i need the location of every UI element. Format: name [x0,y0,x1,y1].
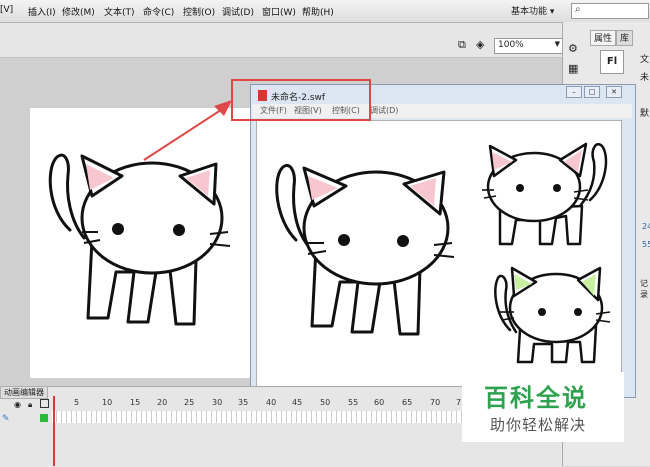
frame-label: 70 [430,398,441,407]
frame-label: 15 [130,398,141,407]
frame-label: 40 [266,398,277,407]
frame-label: 45 [292,398,303,407]
watermark-subtitle: 助你轻松解决 [490,416,587,434]
eye-icon[interactable]: ◉ [14,400,21,409]
pencil-icon[interactable]: ✎ [2,414,10,424]
frame-label: 30 [212,398,223,407]
frame-label: 35 [238,398,249,407]
playhead[interactable] [53,396,55,466]
lock-icon[interactable]: 🔒︎ [28,400,32,410]
outline-icon[interactable] [40,399,49,408]
frame-label: 50 [320,398,331,407]
frame-label: 55 [348,398,359,407]
watermark-title: 百科全说 [484,384,588,412]
frame-label: 25 [184,398,195,407]
frame-label: 10 [102,398,113,407]
frame-label: 65 [402,398,413,407]
tab-motion-editor[interactable]: 动画编辑器 [0,386,48,399]
frame-label: 5 [74,398,80,407]
frame-label: 20 [157,398,168,407]
layer-color-icon [40,414,48,422]
frame-label: 60 [374,398,385,407]
